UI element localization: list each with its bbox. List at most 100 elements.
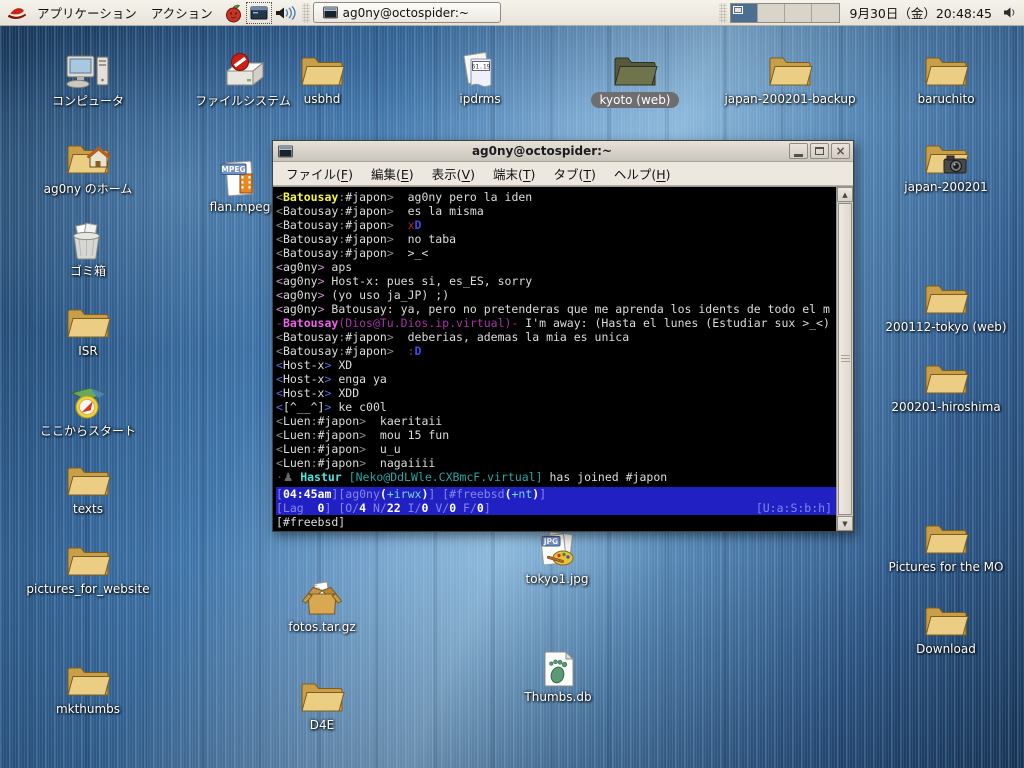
desktop-icon[interactable]: Pictures for the MO [891,516,1001,574]
folder-icon [65,458,111,500]
jpg-file-icon: JPG [534,528,580,570]
terminal-line: <Batousay:#japon> es la misma [276,204,836,218]
irc-statusbar-1: [04:45am][ag0ny(+irwx)] [#freebsd(+nt)] [276,487,836,501]
terminal-line: <Batousay:#japon> :D [276,344,836,358]
desktop-icon-label: pictures_for_website [21,582,154,596]
irc-chat-area: <Batousay:#japon> ag0ny pero la iden<Bat… [276,190,836,487]
desktop-icon[interactable]: japan-200201 [891,136,1001,194]
desktop-icon[interactable]: mkthumbs [33,658,143,716]
terminal-line: <Batousay:#japon> xD [276,218,836,232]
scrollbar-up-icon[interactable]: ▲ [837,187,853,202]
terminal-window: ag0ny@octospider:~ × ファイル(F)編集(E)表示(V)端末… [272,140,854,532]
terminal-line: <Luen:#japon> u_u [276,442,836,456]
desktop-icon[interactable]: ゴミ箱 [33,218,143,279]
folder-icon [923,598,969,640]
panel-handle[interactable] [719,3,727,23]
desktop-icon[interactable]: Thumbs.db [503,646,613,704]
desktop-icon[interactable]: JPGtokyo1.jpg [502,528,612,586]
top-panel: アプリケーション アクション ag0ny@octospider:~ 9月30日（… [0,0,1024,26]
menu-item[interactable]: タブ(T) [544,162,604,185]
terminal-line: <[^__^]> ke c00l [276,400,836,414]
terminal-line: <Luen:#japon> kaeritaii [276,414,836,428]
desktop-icon[interactable]: D4E [267,674,377,732]
svg-text:JPG: JPG [543,537,558,546]
folder-icon [923,276,969,318]
scrollbar-down-icon[interactable]: ▼ [837,516,853,531]
desktop-icon[interactable]: ISR [33,300,143,358]
terminal-line: <ag0ny> Host-x: pues si, es_ES, sorry [276,274,836,288]
redhat-logo-icon[interactable] [4,2,30,23]
thumbs-db-icon [535,646,581,688]
volume-status-icon[interactable] [1000,4,1020,21]
workspace-miniwindow [733,6,743,14]
desktop-icon-label: japan-200201 [899,180,992,194]
terminal-line: <Luen:#japon> nagaiiii [276,456,836,470]
desktop-icon-label: Thumbs.db [519,690,596,704]
applications-menu-label: アプリケーション [37,3,137,22]
desktop-icon-label: Pictures for the MO [884,560,1009,574]
terminal-line: <Batousay:#japon> deberias, ademas la mi… [276,330,836,344]
desktop-icon[interactable]: ag0ny のホーム [33,136,143,197]
menu-item[interactable]: 表示(V) [423,162,484,185]
window-list-button[interactable]: ag0ny@octospider:~ [313,2,501,23]
terminal-line: ·♟ Hastur [Neko@DdLWle.CXBmcF.virtual] h… [276,470,836,484]
workspace-cell[interactable] [785,4,812,22]
start-here-icon [65,378,111,420]
desktop-icon[interactable]: kyoto (web) [580,48,690,108]
volume-applet-icon[interactable] [271,3,299,23]
workspace-cell[interactable] [812,4,839,22]
home-folder-icon [65,136,111,178]
terminal-screen[interactable]: <Batousay:#japon> ag0ny pero la iden<Bat… [273,187,836,531]
close-button[interactable]: × [831,143,850,159]
menu-item[interactable]: ヘルプ(H) [605,162,680,185]
desktop-icon[interactable]: 200112-tokyo (web) [891,276,1001,334]
close-icon: × [835,146,845,156]
desktop-icon-label: fotos.tar.gz [283,620,360,634]
apple-applet-icon[interactable] [220,1,247,25]
panel-handle[interactable] [302,3,310,23]
window-titlebar[interactable]: ag0ny@octospider:~ × [273,141,853,162]
folder-icon [65,300,111,342]
applications-menu[interactable]: アプリケーション [30,0,144,25]
filesystem-icon [220,48,266,90]
workspace-cell[interactable] [758,4,785,22]
workspace-cell[interactable] [731,4,758,22]
actions-menu[interactable]: アクション [144,0,220,25]
terminal-applet-icon[interactable] [247,3,271,23]
desktop-icon[interactable]: texts [33,458,143,516]
desktop-icon[interactable]: usbhd [267,48,377,106]
desktop-icon[interactable]: ここからスタート [33,378,143,439]
maximize-button[interactable] [810,143,829,159]
desktop-icon[interactable]: コンピュータ [33,48,143,109]
desktop-icon-label: 200112-tokyo (web) [880,320,1011,334]
folder-icon [299,674,345,716]
desktop-icon-label: ISR [73,344,103,358]
irc-input-line[interactable]: [#freebsd] [276,515,836,529]
desktop-icon-label: usbhd [299,92,346,106]
desktop-icon[interactable]: 200201-hiroshima [891,356,1001,414]
desktop-icon[interactable]: 61.19 ipdrms [425,48,535,106]
menu-item[interactable]: 編集(E) [362,162,423,185]
desktop-icon-label: baruchito [912,92,979,106]
folder-icon [923,516,969,558]
irc-statusbar-2: [Lag 0] [O/4 N/22 I/0 V/0 F/0][U:a:S:b:h… [276,501,836,515]
clock-applet[interactable]: 9月30日（金）20:48:45 [850,3,993,22]
desktop-icon-label: 200201-hiroshima [886,400,1005,414]
window-list-button-label: ag0ny@octospider:~ [343,6,469,20]
desktop-icon-label: ipdrms [454,92,505,106]
menu-item[interactable]: ファイル(F) [277,162,362,185]
maximize-icon [815,147,824,155]
desktop-icon[interactable]: pictures_for_website [33,538,143,596]
computer-icon [65,48,111,90]
window-list-terminal-icon [323,6,338,19]
text-file-icon: 61.19 [457,48,503,90]
desktop-icon[interactable]: Download [891,598,1001,656]
terminal-line: <Batousay:#japon> ag0ny pero la iden [276,190,836,204]
trash-icon [65,218,111,260]
menu-item[interactable]: 端末(T) [484,162,544,185]
minimize-button[interactable] [789,143,808,159]
scrollbar-thumb[interactable] [838,203,852,515]
desktop-icon[interactable]: baruchito [891,48,1001,106]
desktop-icon[interactable]: fotos.tar.gz [267,576,377,634]
desktop-icon[interactable]: japan-200201-backup [735,48,845,106]
